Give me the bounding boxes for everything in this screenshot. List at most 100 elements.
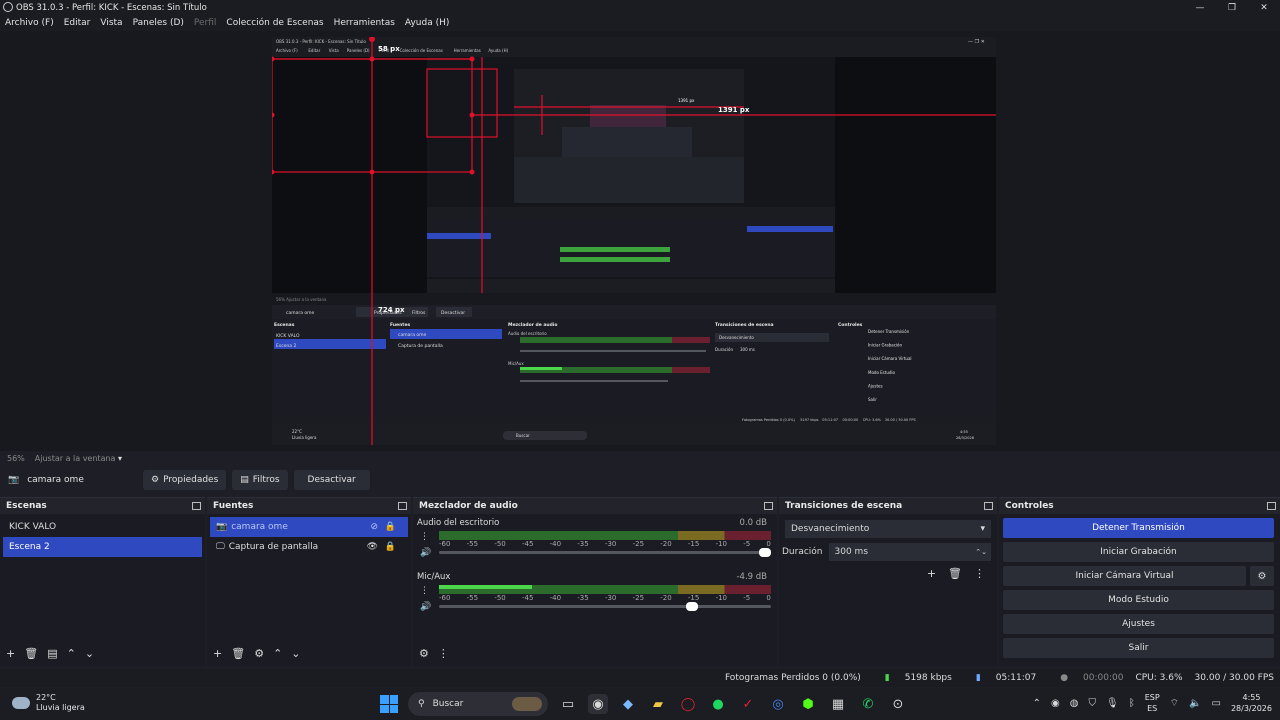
undock-icon[interactable] <box>1267 502 1276 510</box>
deactivate-button[interactable]: Desactivar <box>293 470 370 490</box>
start-virtual-camera-button[interactable]: Iniciar Cámara Virtual <box>1003 566 1246 586</box>
exit-button[interactable]: Salir <box>1003 638 1274 658</box>
spotify-icon[interactable]: ● <box>708 694 728 714</box>
transition-select[interactable]: Desvanecimiento ▾ <box>785 520 991 538</box>
language-indicator[interactable]: ESP ES <box>1145 692 1160 714</box>
minimize-button[interactable]: — <box>1184 0 1216 15</box>
clock[interactable]: 4:55 28/3/2026 <box>1231 692 1272 714</box>
move-up-icon[interactable]: ⌃ <box>273 647 282 660</box>
bluetooth-icon[interactable]: ᛒ <box>1129 698 1135 709</box>
obs-tray-icon[interactable]: ◉ <box>1051 698 1060 709</box>
chevron-up-icon[interactable]: ⌃ <box>1033 698 1041 709</box>
preview-canvas[interactable]: OBS 31.0.3 - Perfil: KICK - Escenas: Sin… <box>272 37 996 445</box>
kebab-menu-icon[interactable]: ⋮ <box>974 567 985 580</box>
wifi-icon[interactable]: ⌔ <box>1170 697 1179 710</box>
maximize-button[interactable]: ❐ <box>1216 0 1248 15</box>
app-check-icon[interactable]: ✓ <box>738 694 758 714</box>
menu-archivo[interactable]: Archivo (F) <box>0 18 59 28</box>
close-button[interactable]: ✕ <box>1248 0 1280 15</box>
gear-icon[interactable]: ⚙ <box>1250 566 1274 586</box>
location-app-icon[interactable]: ⊙ <box>888 694 908 714</box>
add-transition-icon[interactable]: + <box>927 567 936 580</box>
channel-db: -4.9 dB <box>736 572 767 582</box>
menu-editar[interactable]: Editar <box>59 18 96 28</box>
inner-menu-item: Ayuda (H) <box>488 48 508 53</box>
eye-icon[interactable]: 👁 <box>367 542 378 552</box>
weather-widget[interactable]: 22°C Lluvia ligera <box>12 693 85 713</box>
stop-stream-button[interactable]: Detener Transmisión <box>1003 518 1274 538</box>
gear-icon[interactable]: ⚙ <box>254 647 264 660</box>
trash-icon[interactable]: 🗑 <box>948 567 962 580</box>
file-explorer-icon[interactable]: ▰ <box>648 694 668 714</box>
inner-menu-item: Vista <box>329 48 339 53</box>
shield-icon[interactable]: ⛉ <box>1088 698 1096 709</box>
battery-icon[interactable]: ▭ <box>1212 698 1221 709</box>
taskbar-search[interactable]: ⚲ Buscar <box>408 692 548 716</box>
eye-hidden-icon[interactable]: ⊘ <box>370 522 378 532</box>
move-up-icon[interactable]: ⌃ <box>67 647 76 660</box>
scene-item-escena-2[interactable]: Escena 2 <box>3 537 202 557</box>
source-item-camara-ome[interactable]: 📷 camara ome ⊘ 🔒 <box>210 517 408 537</box>
lock-icon[interactable]: 🔒 <box>385 522 396 532</box>
menu-ayuda[interactable]: Ayuda (H) <box>400 18 454 28</box>
add-source-icon[interactable]: + <box>213 647 222 660</box>
menu-coleccion[interactable]: Colección de Escenas <box>221 18 328 28</box>
scale-tick: -30 <box>604 594 617 602</box>
menu-perfil[interactable]: Perfil <box>189 18 222 28</box>
slider-knob[interactable] <box>759 548 771 557</box>
move-down-icon[interactable]: ⌄ <box>291 647 300 660</box>
kebab-menu-icon[interactable]: ⋮ <box>420 583 431 599</box>
undock-icon[interactable] <box>764 502 773 510</box>
move-down-icon[interactable]: ⌄ <box>85 647 94 660</box>
scene-item-kick-valo[interactable]: KICK VALO <box>3 517 202 537</box>
undock-icon[interactable] <box>192 502 201 510</box>
network-tray-icon[interactable]: ◍ <box>1070 698 1079 709</box>
duration-spinbox[interactable]: 300 ms ⌃⌄ <box>828 543 991 561</box>
scale-tick: -20 <box>660 540 672 548</box>
filter-icon[interactable]: ▤ <box>47 647 57 660</box>
add-scene-icon[interactable]: + <box>6 647 15 660</box>
filters-button[interactable]: ▤ Filtros <box>232 470 288 490</box>
start-recording-button[interactable]: Iniciar Grabación <box>1003 542 1274 562</box>
inner-title: OBS 31.0.3 - Perfil: KICK - Escenas: Sin… <box>276 39 366 44</box>
undock-icon[interactable] <box>398 502 407 510</box>
volume-slider[interactable] <box>439 548 771 557</box>
speaker-icon[interactable]: 🔊 <box>420 599 431 615</box>
studio-mode-button[interactable]: Modo Estudio <box>1003 590 1274 610</box>
obs-icon[interactable]: ◉ <box>588 694 608 714</box>
trash-icon[interactable]: 🗑 <box>24 647 38 660</box>
kick-icon[interactable]: ⬢ <box>798 694 818 714</box>
lock-icon[interactable]: 🔒 <box>385 542 396 552</box>
copilot-icon[interactable]: ◆ <box>618 694 638 714</box>
microphone-icon[interactable]: 🎙 <box>1106 698 1119 709</box>
properties-button[interactable]: ⚙ Propiedades <box>143 470 227 490</box>
mixer-settings-icon[interactable]: ⚙ <box>419 647 429 660</box>
window-controls: — ❐ ✕ <box>1184 0 1280 15</box>
undock-icon[interactable] <box>984 502 993 510</box>
kebab-menu-icon[interactable]: ⋮ <box>420 529 431 545</box>
inner-source-item: camara ome <box>398 332 427 338</box>
inner-control-button: Ajustes <box>868 383 883 388</box>
scale-tick: 0 <box>766 540 771 548</box>
chrome-icon[interactable]: ◎ <box>768 694 788 714</box>
volume-slider[interactable] <box>439 602 771 611</box>
source-item-captura[interactable]: 🖵 Captura de pantalla 👁 🔒 <box>210 537 408 557</box>
menu-vista[interactable]: Vista <box>95 18 127 28</box>
stream-icon: ▮ <box>975 673 981 683</box>
slider-knob[interactable] <box>685 602 698 611</box>
spin-arrows-icon[interactable]: ⌃⌄ <box>975 548 987 556</box>
trash-icon[interactable]: 🗑 <box>231 647 245 660</box>
capture-app-icon[interactable]: ▦ <box>828 694 848 714</box>
whatsapp-icon[interactable]: ✆ <box>858 694 878 714</box>
windows-start-icon[interactable] <box>380 695 398 713</box>
opera-icon[interactable]: ◯ <box>678 694 698 714</box>
menu-paneles[interactable]: Paneles (D) <box>128 18 189 28</box>
kebab-menu-icon[interactable]: ⋮ <box>438 647 449 660</box>
inner-status-item: 30.00 / 30.00 FPS <box>885 418 917 422</box>
task-view-icon[interactable]: ▭ <box>558 694 578 714</box>
zoom-fit-dropdown[interactable]: Ajustar a la ventana ▾ <box>35 454 122 463</box>
menu-herramientas[interactable]: Herramientas <box>329 18 400 28</box>
settings-button[interactable]: Ajustes <box>1003 614 1274 634</box>
volume-icon[interactable]: 🔈 <box>1189 698 1201 709</box>
speaker-icon[interactable]: 🔊 <box>420 545 431 561</box>
